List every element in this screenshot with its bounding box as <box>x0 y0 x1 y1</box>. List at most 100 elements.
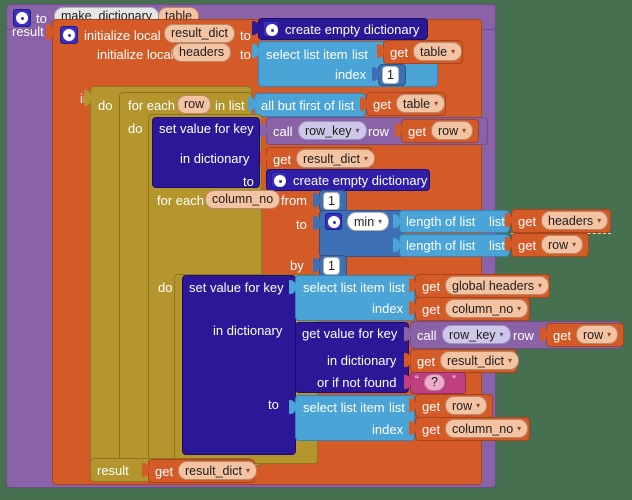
chevron-down-icon[interactable]: ▾ <box>434 95 438 112</box>
min-operator: min <box>354 215 375 229</box>
blocks-canvas[interactable]: to make_dictionary table result initiali… <box>0 0 632 500</box>
number-1-field[interactable]: 1 <box>382 66 399 84</box>
number-from-field[interactable]: 1 <box>323 192 340 210</box>
get-global-headers-var: global headers <box>452 279 535 293</box>
call-row-key-2-call-label: call <box>417 328 437 343</box>
get-row-3-label: get <box>553 328 572 343</box>
text-quote-close: ” <box>452 374 456 386</box>
get-table-2-dropdown[interactable]: table ▾ <box>396 94 446 113</box>
all-but-first-of-list-label: all but first of list <box>261 98 355 113</box>
number-by-field[interactable]: 1 <box>323 257 340 275</box>
foreach-column-do-label: do <box>158 280 173 295</box>
set-value-for-key-2-label: set value for key <box>189 280 284 295</box>
local-var-result-dict-field[interactable]: result_dict <box>164 24 235 43</box>
chevron-down-icon[interactable]: ▾ <box>517 300 521 317</box>
call-row-key-2-proc-dropdown[interactable]: row_key ▾ <box>442 325 511 344</box>
get-value-for-key-in-dictionary-label: in dictionary <box>327 353 397 368</box>
length-of-list-2-label: length of list <box>406 238 476 253</box>
select-list-item-3-list-label: list <box>389 400 405 415</box>
foreach-row-do-label: do <box>98 98 113 113</box>
text-value-field[interactable]: ? <box>424 374 445 391</box>
foreach-row-inner-do-label: do <box>128 121 143 136</box>
get-result-dict-3-label: get <box>155 464 174 479</box>
get-headers-var: headers <box>548 214 594 228</box>
get-column-no-2-var: column_no <box>452 422 514 436</box>
chevron-down-icon[interactable]: ▾ <box>607 326 611 343</box>
chevron-down-icon[interactable]: ▾ <box>378 213 382 230</box>
select-list-item-1-list-label: list <box>352 47 368 62</box>
gear-icon[interactable] <box>271 172 287 188</box>
chevron-down-icon[interactable]: ▾ <box>364 150 368 167</box>
select-list-item-2-list-label: list <box>389 280 405 295</box>
get-table-1-var: table <box>420 45 448 59</box>
get-headers-dropdown[interactable]: headers ▾ <box>541 211 609 230</box>
set-value-for-key-2-in-dictionary-label: in dictionary <box>213 323 283 338</box>
get-table-2-label: get <box>373 97 392 112</box>
get-result-dict-2-dropdown[interactable]: result_dict ▾ <box>440 351 519 370</box>
get-column-no-1-dropdown[interactable]: column_no ▾ <box>445 299 529 318</box>
get-row-2-var: row <box>548 238 569 252</box>
min-dropdown[interactable]: min ▾ <box>347 212 390 231</box>
get-value-for-key-label: get value for key <box>302 326 398 341</box>
set-value-for-key-1-in-dictionary-label: in dictionary <box>180 151 250 166</box>
get-row-4-dropdown[interactable]: row ▾ <box>445 396 488 415</box>
foreach-column-label-pre: for each <box>157 193 204 208</box>
initialize-local-1-to-label: to <box>240 28 251 43</box>
foreach-column-to-label: to <box>296 217 307 232</box>
get-row-4-var: row <box>452 399 473 413</box>
get-row-1-dropdown[interactable]: row ▾ <box>431 121 474 140</box>
get-value-for-key-notfound-label: or if not found <box>317 375 397 390</box>
gear-icon[interactable] <box>325 213 342 230</box>
create-empty-dictionary-2-label: create empty dictionary <box>293 173 428 188</box>
foreach-row-label-pre: for each <box>128 98 175 113</box>
get-table-1-dropdown[interactable]: table ▾ <box>413 42 463 61</box>
get-row-3-dropdown[interactable]: row ▾ <box>576 325 619 344</box>
local-var-headers-field[interactable]: headers <box>172 43 232 62</box>
get-result-dict-1-label: get <box>273 152 292 167</box>
get-headers-label: get <box>518 214 537 229</box>
foreach-column-var-field[interactable]: column_no <box>205 190 281 209</box>
foreach-row-var-field[interactable]: row <box>177 95 212 114</box>
select-list-item-2-label: select list item <box>303 280 385 295</box>
call-row-key-1-proc-dropdown[interactable]: row_key ▾ <box>298 121 367 140</box>
foreach-column-from-label: from <box>281 193 307 208</box>
set-value-for-key-block-2[interactable] <box>182 275 296 455</box>
foreach-row-label-post: in list <box>215 98 245 113</box>
get-table-2-var: table <box>403 97 431 111</box>
get-row-2-dropdown[interactable]: row ▾ <box>541 235 584 254</box>
get-result-dict-2-label: get <box>417 354 436 369</box>
chevron-down-icon[interactable]: ▾ <box>476 397 480 414</box>
chevron-down-icon[interactable]: ▾ <box>538 277 542 294</box>
get-result-dict-1-var: result_dict <box>303 152 360 166</box>
get-global-headers-dropdown[interactable]: global headers ▾ <box>445 276 550 295</box>
chevron-down-icon[interactable]: ▾ <box>572 236 576 253</box>
get-column-no-1-label: get <box>422 302 441 317</box>
chevron-down-icon[interactable]: ▾ <box>597 212 601 229</box>
call-row-key-2-arg-label: row <box>513 328 534 343</box>
chevron-down-icon[interactable]: ▾ <box>462 122 466 139</box>
get-column-no-1-var: column_no <box>452 302 514 316</box>
gear-icon[interactable] <box>263 21 279 37</box>
get-row-4-label: get <box>422 399 441 414</box>
select-list-item-3-index-label: index <box>372 422 404 437</box>
chevron-down-icon[interactable]: ▾ <box>517 420 521 437</box>
chevron-down-icon[interactable]: ▾ <box>508 352 512 369</box>
result-row-label: result <box>97 463 129 478</box>
procedure-result-label: result <box>12 24 44 39</box>
set-value-for-key-2-to-label: to <box>268 397 279 412</box>
get-result-dict-3-dropdown[interactable]: result_dict ▾ <box>178 461 257 480</box>
get-result-dict-1-dropdown[interactable]: result_dict ▾ <box>296 149 375 168</box>
chevron-down-icon[interactable]: ▾ <box>246 462 250 479</box>
select-list-item-1-label: select list item <box>266 47 348 62</box>
gear-icon[interactable] <box>60 26 78 44</box>
set-value-for-key-1-label: set value for key <box>159 121 254 136</box>
chevron-down-icon[interactable]: ▾ <box>451 43 455 60</box>
length-of-list-1-label: length of list <box>406 214 476 229</box>
get-row-2-label: get <box>518 238 537 253</box>
initialize-local-2-to-label: to <box>240 47 251 62</box>
chevron-down-icon[interactable]: ▾ <box>500 326 504 343</box>
get-column-no-2-label: get <box>422 422 441 437</box>
get-column-no-2-dropdown[interactable]: column_no ▾ <box>445 419 529 438</box>
get-table-1-label: get <box>390 45 409 60</box>
chevron-down-icon[interactable]: ▾ <box>356 122 360 139</box>
